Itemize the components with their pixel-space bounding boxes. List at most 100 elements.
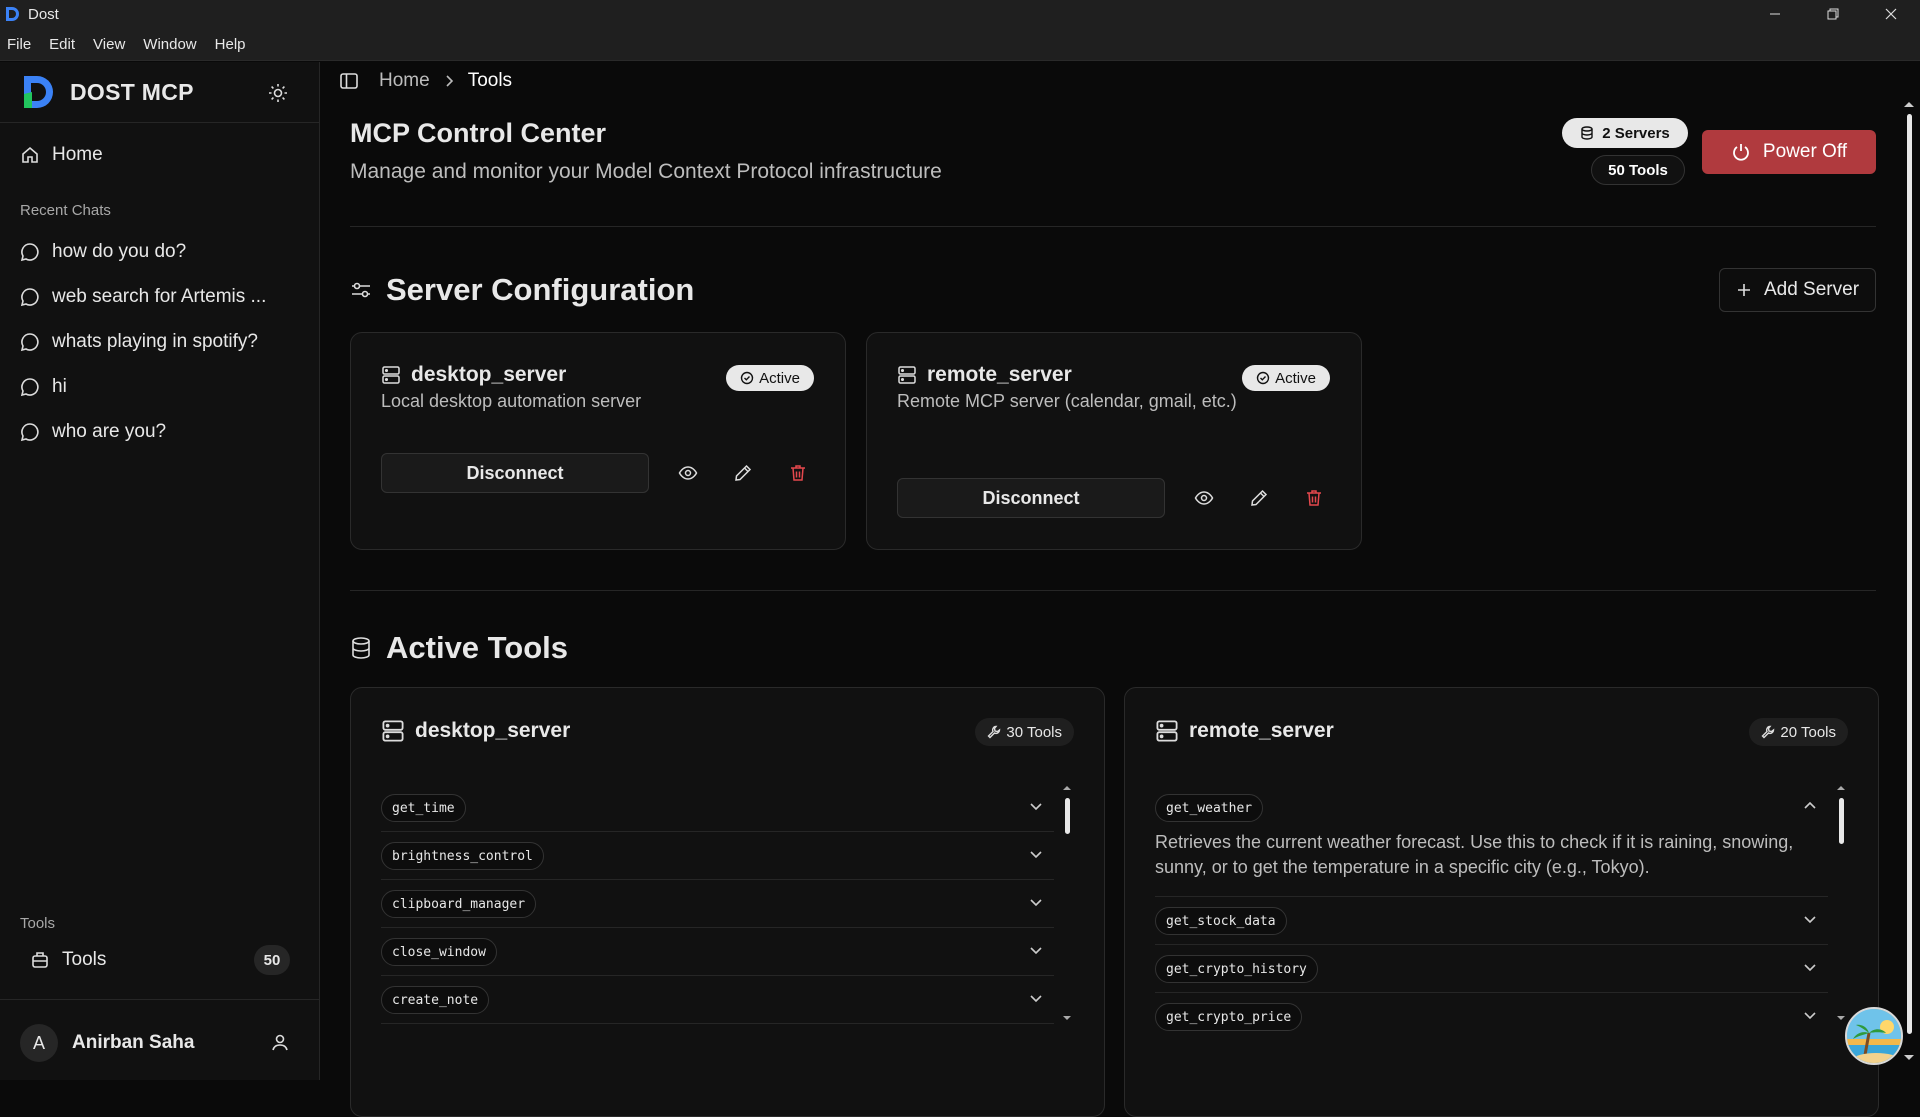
view-button[interactable] xyxy=(1190,484,1218,512)
disconnect-button[interactable]: Disconnect xyxy=(897,478,1165,518)
server-icon xyxy=(1156,720,1178,742)
tool-count-badge: 30 Tools xyxy=(975,718,1074,746)
tool-row-expanded[interactable]: get_weather Retrieves the current weathe… xyxy=(1155,784,1828,897)
power-off-button[interactable]: Power Off xyxy=(1702,130,1876,174)
add-server-label: Add Server xyxy=(1763,279,1860,300)
add-server-button[interactable]: Add Server xyxy=(1719,268,1876,312)
status-text: Active xyxy=(1275,369,1316,387)
sidebar-toggle-icon[interactable] xyxy=(339,71,359,91)
user-profile[interactable]: A Anirban Saha xyxy=(20,1022,290,1064)
floating-assistant-button[interactable] xyxy=(1845,1007,1903,1065)
tools-scrollbar[interactable] xyxy=(1836,784,1846,1024)
home-icon xyxy=(22,146,38,163)
restore-button[interactable] xyxy=(1804,0,1862,28)
view-button[interactable] xyxy=(674,459,702,487)
page-title: MCP Control Center xyxy=(350,118,607,148)
sidebar-item-tools[interactable]: Tools 50 xyxy=(20,939,290,981)
breadcrumb: Home Tools xyxy=(339,68,512,94)
server-card-remote: remote_server Remote MCP server (calenda… xyxy=(866,332,1362,550)
tool-row[interactable]: clipboard_manager xyxy=(381,880,1054,928)
chat-item[interactable]: whats playing in spotify? xyxy=(20,327,310,357)
scroll-down-icon xyxy=(1063,1016,1071,1020)
edit-button[interactable] xyxy=(1245,484,1273,512)
status-text: Active xyxy=(759,369,800,387)
scroll-up-icon xyxy=(1063,786,1071,790)
tool-count-text: 20 Tools xyxy=(1780,723,1836,741)
delete-button[interactable] xyxy=(1300,484,1328,512)
brand-name: DOST MCP xyxy=(70,78,194,105)
chevron-down-icon xyxy=(1030,851,1042,859)
main-scrollbar[interactable] xyxy=(1899,100,1919,1066)
tools-scrollbar[interactable] xyxy=(1062,784,1072,1024)
brand[interactable]: DOST MCP xyxy=(22,74,194,110)
tools-count-pill: 50 Tools xyxy=(1591,155,1685,185)
tool-row[interactable]: get_crypto_price xyxy=(1155,993,1828,1041)
sidebar-item-home[interactable]: Home xyxy=(20,140,103,170)
chat-item[interactable]: how do you do? xyxy=(20,237,310,267)
tool-name: close_window xyxy=(381,938,497,966)
menu-view[interactable]: View xyxy=(93,36,125,53)
trash-icon xyxy=(1307,490,1321,506)
server-name-text: remote_server xyxy=(927,363,1072,386)
tools-card-remote: remote_server 20 Tools get_weather Retri… xyxy=(1124,687,1879,1117)
tool-row[interactable]: brightness_control xyxy=(381,832,1054,880)
tool-row[interactable]: get_crypto_history xyxy=(1155,945,1828,993)
sidebar-item-label: Home xyxy=(52,144,103,165)
user-name: Anirban Saha xyxy=(72,1032,195,1053)
chat-item-label: web search for Artemis ... xyxy=(52,286,267,307)
menu-help[interactable]: Help xyxy=(215,36,246,53)
tool-row[interactable]: close_window xyxy=(381,928,1054,976)
status-badge: Active xyxy=(1242,365,1330,391)
chevron-down-icon xyxy=(1804,964,1816,972)
chat-item[interactable]: who are you? xyxy=(20,417,310,447)
theme-toggle-button[interactable] xyxy=(268,83,288,103)
tools-group-title: remote_server xyxy=(1155,716,1334,746)
tool-name: get_weather xyxy=(1155,794,1264,822)
server-description: Remote MCP server (calendar, gmail, etc.… xyxy=(897,391,1237,411)
delete-button[interactable] xyxy=(784,459,812,487)
chat-item-label: who are you? xyxy=(52,421,167,442)
tools-count-badge: 50 xyxy=(254,945,290,975)
tool-row[interactable]: get_time xyxy=(381,784,1054,832)
breadcrumb-current: Tools xyxy=(467,70,513,91)
close-button[interactable] xyxy=(1862,0,1920,28)
tool-row[interactable]: create_note xyxy=(381,976,1054,1024)
tools-card-desktop: desktop_server 30 Tools get_time brightn… xyxy=(350,687,1105,1117)
sidebar-item-label: Tools xyxy=(62,949,107,970)
power-off-label: Power Off xyxy=(1762,141,1848,162)
chevron-down-icon xyxy=(1030,803,1042,811)
edit-button[interactable] xyxy=(729,459,757,487)
restore-icon xyxy=(1827,8,1839,20)
chevron-up-icon xyxy=(1804,801,1816,809)
chevron-down-icon xyxy=(1804,1012,1816,1020)
plus-icon xyxy=(1737,284,1750,296)
menu-edit[interactable]: Edit xyxy=(49,36,75,53)
wrench-icon xyxy=(1761,725,1775,739)
menu-file[interactable]: File xyxy=(7,36,31,53)
chat-bubble-icon xyxy=(20,243,39,262)
recent-chats-label: Recent Chats xyxy=(20,202,111,219)
minimize-button[interactable] xyxy=(1746,0,1804,28)
tool-row[interactable]: get_stock_data xyxy=(1155,897,1828,945)
beach-illustration-icon xyxy=(1847,1009,1901,1063)
tools-group-name: remote_server xyxy=(1189,719,1334,742)
tool-name: brightness_control xyxy=(381,842,544,870)
chat-item[interactable]: hi xyxy=(20,372,310,402)
chat-item[interactable]: web search for Artemis ... xyxy=(20,282,310,312)
tools-section-label: Tools xyxy=(20,915,56,932)
tool-name: create_note xyxy=(381,986,490,1014)
scroll-up-icon xyxy=(1837,786,1845,790)
title-bar: Dost xyxy=(0,0,1920,28)
tool-count-text: 30 Tools xyxy=(1006,723,1062,741)
menu-window[interactable]: Window xyxy=(143,36,196,53)
chevron-down-icon xyxy=(1030,899,1042,907)
breadcrumb-home[interactable]: Home xyxy=(379,70,430,92)
chevron-down-icon xyxy=(1030,947,1042,955)
chat-bubble-icon xyxy=(20,378,39,397)
power-icon xyxy=(1733,144,1749,161)
app-logo-icon xyxy=(6,7,19,21)
chat-bubble-icon xyxy=(20,288,39,307)
disconnect-button[interactable]: Disconnect xyxy=(381,453,649,493)
close-icon xyxy=(1885,8,1897,20)
tool-name: get_time xyxy=(381,794,466,822)
